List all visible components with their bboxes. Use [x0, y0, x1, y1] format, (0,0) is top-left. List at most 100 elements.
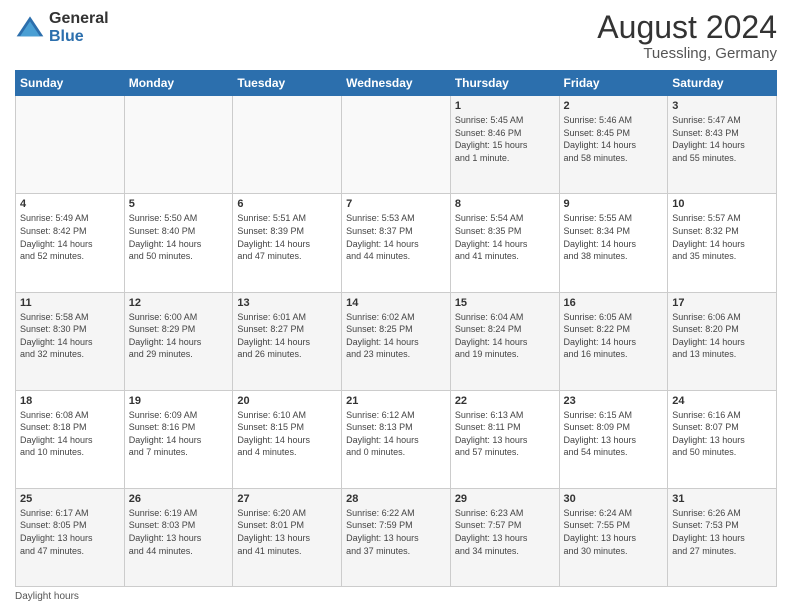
- table-row: 1 Sunrise: 5:45 AM Sunset: 8:46 PM Daylig…: [450, 96, 559, 194]
- day-number: 12: [129, 297, 229, 309]
- day-number: 2: [564, 100, 664, 112]
- day-number: 27: [237, 493, 337, 505]
- day-number: 9: [564, 198, 664, 210]
- day-info: Sunrise: 6:22 AM Sunset: 7:59 PM Dayligh…: [346, 507, 446, 557]
- table-row: [16, 96, 125, 194]
- table-row: 6 Sunrise: 5:51 AM Sunset: 8:39 PM Daylig…: [233, 194, 342, 292]
- table-row: 30Sunrise: 6:24 AM Sunset: 7:55 PM Dayli…: [559, 488, 668, 586]
- day-info: Sunrise: 6:19 AM Sunset: 8:03 PM Dayligh…: [129, 507, 229, 557]
- day-info: Sunrise: 6:23 AM Sunset: 7:57 PM Dayligh…: [455, 507, 555, 557]
- table-row: 14Sunrise: 6:02 AM Sunset: 8:25 PM Dayli…: [342, 292, 451, 390]
- day-number: 19: [129, 395, 229, 407]
- table-row: 29 Sunrise: 6:23 AM Sunset: 7:57 PM Dayli…: [450, 488, 559, 586]
- col-monday: Monday: [124, 71, 233, 96]
- table-row: 25 Sunrise: 6:17 AM Sunset: 8:05 PM Dayli…: [16, 488, 125, 586]
- table-row: 24 Sunrise: 6:16 AM Sunset: 8:07 PM Dayli…: [668, 390, 777, 488]
- day-info: Sunrise: 6:01 AM Sunset: 8:27 PM Dayligh…: [237, 311, 337, 361]
- day-info: Sunrise: 5:47 AM Sunset: 8:43 PM Dayligh…: [672, 114, 772, 164]
- table-row: 31 Sunrise: 6:26 AM Sunset: 7:53 PM Dayli…: [668, 488, 777, 586]
- col-saturday: Saturday: [668, 71, 777, 96]
- calendar-header-row: Sunday Monday Tuesday Wednesday Thursday…: [16, 71, 777, 96]
- location: Tuessling, Germany: [597, 45, 777, 62]
- table-row: 2Sunrise: 5:46 AM Sunset: 8:45 PM Daylig…: [559, 96, 668, 194]
- day-info: Sunrise: 6:05 AM Sunset: 8:22 PM Dayligh…: [564, 311, 664, 361]
- day-number: 7: [346, 198, 446, 210]
- day-info: Sunrise: 6:00 AM Sunset: 8:29 PM Dayligh…: [129, 311, 229, 361]
- day-info: Sunrise: 6:04 AM Sunset: 8:24 PM Dayligh…: [455, 311, 555, 361]
- table-row: 3 Sunrise: 5:47 AM Sunset: 8:43 PM Daylig…: [668, 96, 777, 194]
- day-number: 16: [564, 297, 664, 309]
- table-row: 19 Sunrise: 6:09 AM Sunset: 8:16 PM Dayli…: [124, 390, 233, 488]
- day-number: 3: [672, 100, 772, 112]
- table-row: 26 Sunrise: 6:19 AM Sunset: 8:03 PM Dayli…: [124, 488, 233, 586]
- table-row: 11Sunrise: 5:58 AM Sunset: 8:30 PM Dayli…: [16, 292, 125, 390]
- day-number: 26: [129, 493, 229, 505]
- day-info: Sunrise: 5:45 AM Sunset: 8:46 PM Dayligh…: [455, 114, 555, 164]
- day-number: 15: [455, 297, 555, 309]
- header: General Blue August 2024 Tuessling, Germ…: [15, 10, 777, 62]
- day-info: Sunrise: 6:12 AM Sunset: 8:13 PM Dayligh…: [346, 409, 446, 459]
- day-info: Sunrise: 6:09 AM Sunset: 8:16 PM Dayligh…: [129, 409, 229, 459]
- logo-text: General Blue: [49, 10, 109, 45]
- title-block: August 2024 Tuessling, Germany: [597, 10, 777, 62]
- day-number: 31: [672, 493, 772, 505]
- calendar-week-2: 4 Sunrise: 5:49 AM Sunset: 8:42 PM Daylig…: [16, 194, 777, 292]
- table-row: 7 Sunrise: 5:53 AM Sunset: 8:37 PM Daylig…: [342, 194, 451, 292]
- day-info: Sunrise: 6:06 AM Sunset: 8:20 PM Dayligh…: [672, 311, 772, 361]
- day-number: 8: [455, 198, 555, 210]
- logo: General Blue: [15, 10, 109, 45]
- table-row: 27 Sunrise: 6:20 AM Sunset: 8:01 PM Dayli…: [233, 488, 342, 586]
- table-row: 10 Sunrise: 5:57 AM Sunset: 8:32 PM Dayli…: [668, 194, 777, 292]
- calendar-table: Sunday Monday Tuesday Wednesday Thursday…: [15, 70, 777, 587]
- day-number: 10: [672, 198, 772, 210]
- table-row: [233, 96, 342, 194]
- day-info: Sunrise: 5:51 AM Sunset: 8:39 PM Dayligh…: [237, 212, 337, 262]
- day-info: Sunrise: 5:54 AM Sunset: 8:35 PM Dayligh…: [455, 212, 555, 262]
- logo-general-text: General: [49, 10, 109, 28]
- day-number: 4: [20, 198, 120, 210]
- logo-icon: [15, 13, 45, 43]
- day-number: 18: [20, 395, 120, 407]
- table-row: [342, 96, 451, 194]
- day-info: Sunrise: 5:57 AM Sunset: 8:32 PM Dayligh…: [672, 212, 772, 262]
- day-info: Sunrise: 5:53 AM Sunset: 8:37 PM Dayligh…: [346, 212, 446, 262]
- day-number: 24: [672, 395, 772, 407]
- day-number: 28: [346, 493, 446, 505]
- table-row: 23 Sunrise: 6:15 AM Sunset: 8:09 PM Dayli…: [559, 390, 668, 488]
- month-year: August 2024: [597, 10, 777, 45]
- footer-note: Daylight hours: [15, 591, 777, 602]
- day-info: Sunrise: 6:02 AM Sunset: 8:25 PM Dayligh…: [346, 311, 446, 361]
- day-info: Sunrise: 6:17 AM Sunset: 8:05 PM Dayligh…: [20, 507, 120, 557]
- day-info: Sunrise: 6:26 AM Sunset: 7:53 PM Dayligh…: [672, 507, 772, 557]
- day-info: Sunrise: 6:10 AM Sunset: 8:15 PM Dayligh…: [237, 409, 337, 459]
- col-thursday: Thursday: [450, 71, 559, 96]
- table-row: 8 Sunrise: 5:54 AM Sunset: 8:35 PM Daylig…: [450, 194, 559, 292]
- day-number: 25: [20, 493, 120, 505]
- calendar-week-4: 18Sunrise: 6:08 AM Sunset: 8:18 PM Dayli…: [16, 390, 777, 488]
- day-number: 30: [564, 493, 664, 505]
- day-info: Sunrise: 5:49 AM Sunset: 8:42 PM Dayligh…: [20, 212, 120, 262]
- day-info: Sunrise: 5:50 AM Sunset: 8:40 PM Dayligh…: [129, 212, 229, 262]
- table-row: 5Sunrise: 5:50 AM Sunset: 8:40 PM Daylig…: [124, 194, 233, 292]
- col-tuesday: Tuesday: [233, 71, 342, 96]
- day-number: 1: [455, 100, 555, 112]
- table-row: 9Sunrise: 5:55 AM Sunset: 8:34 PM Daylig…: [559, 194, 668, 292]
- table-row: 28 Sunrise: 6:22 AM Sunset: 7:59 PM Dayli…: [342, 488, 451, 586]
- day-number: 23: [564, 395, 664, 407]
- table-row: 4 Sunrise: 5:49 AM Sunset: 8:42 PM Daylig…: [16, 194, 125, 292]
- day-number: 13: [237, 297, 337, 309]
- day-number: 29: [455, 493, 555, 505]
- table-row: [124, 96, 233, 194]
- table-row: 17Sunrise: 6:06 AM Sunset: 8:20 PM Dayli…: [668, 292, 777, 390]
- day-info: Sunrise: 6:16 AM Sunset: 8:07 PM Dayligh…: [672, 409, 772, 459]
- table-row: 13 Sunrise: 6:01 AM Sunset: 8:27 PM Dayli…: [233, 292, 342, 390]
- day-info: Sunrise: 6:15 AM Sunset: 8:09 PM Dayligh…: [564, 409, 664, 459]
- day-number: 6: [237, 198, 337, 210]
- table-row: 22Sunrise: 6:13 AM Sunset: 8:11 PM Dayli…: [450, 390, 559, 488]
- day-number: 20: [237, 395, 337, 407]
- col-wednesday: Wednesday: [342, 71, 451, 96]
- day-number: 11: [20, 297, 120, 309]
- table-row: 12 Sunrise: 6:00 AM Sunset: 8:29 PM Dayli…: [124, 292, 233, 390]
- day-info: Sunrise: 6:20 AM Sunset: 8:01 PM Dayligh…: [237, 507, 337, 557]
- table-row: 15 Sunrise: 6:04 AM Sunset: 8:24 PM Dayli…: [450, 292, 559, 390]
